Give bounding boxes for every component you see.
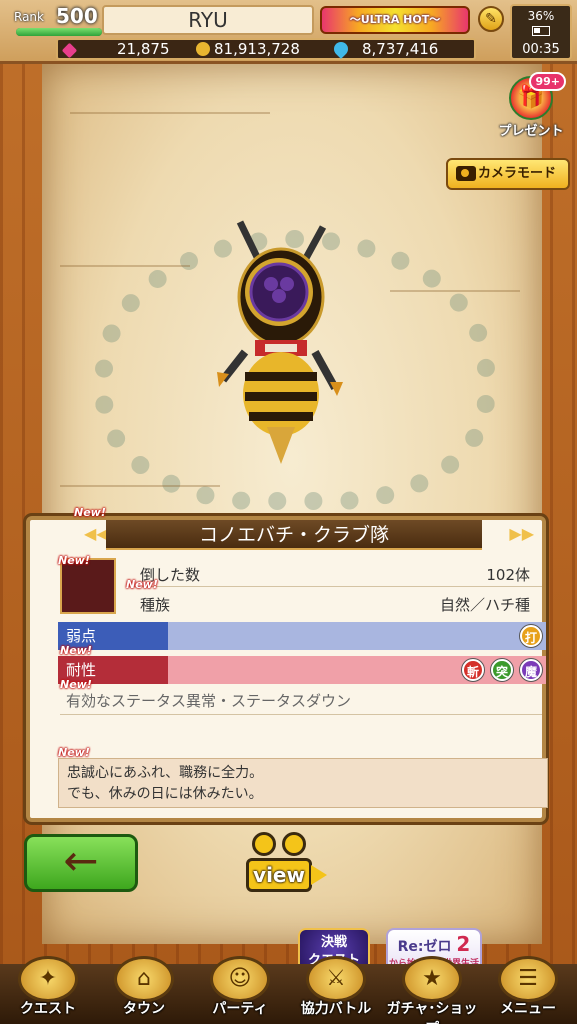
- decor-line: [60, 485, 220, 487]
- coop-battle-icon: ⚔: [306, 956, 366, 1002]
- rank-progress-fill: [16, 28, 102, 36]
- status-effects-label: 有効なステータス異常・ステータスダウン: [66, 692, 352, 710]
- water-currency: 8,737,416: [331, 39, 438, 59]
- new-tag: New!: [126, 578, 158, 591]
- rank-label: Rank: [14, 10, 44, 24]
- resistance-bar: 耐性 斬 突 魔: [58, 656, 546, 684]
- magic-element-icon: 魔: [520, 659, 542, 681]
- nav-label: ガチャ･ショップ: [386, 1001, 478, 1024]
- edit-pencil-icon[interactable]: ✎: [478, 6, 504, 32]
- back-arrow-icon: ←: [63, 836, 99, 885]
- prev-arrow-icon[interactable]: ◀◀: [84, 524, 109, 543]
- nav-gacha-shop[interactable]: ★ ガチャ･ショップ: [384, 956, 480, 1024]
- currency-row: 21,875 81,913,728 8,737,416: [56, 38, 476, 60]
- bottom-navigation: ✦ クエスト ⌂ タウン ☺ パーティ ⚔ 協力バトル ★ ガチャ･ショップ ☰…: [0, 956, 577, 1024]
- battery-percent: 36%: [527, 9, 555, 23]
- nav-coop-battle[interactable]: ⚔ 協力バトル: [288, 956, 384, 1024]
- present-button[interactable]: 🎁 99+ プレゼント: [496, 72, 566, 152]
- promo2-number: 2: [456, 932, 471, 956]
- new-tag: New!: [74, 506, 106, 519]
- nav-town[interactable]: ⌂ タウン: [96, 956, 192, 1024]
- gold-coin-icon: [196, 42, 210, 56]
- quest-icon: ✦: [18, 956, 78, 1002]
- status-bar: Rank 500 RYU 〜ULTRA HOT〜 ✎ 36% 00:35 21,…: [0, 0, 577, 64]
- gem-icon: [61, 42, 78, 59]
- player-name[interactable]: RYU: [102, 5, 314, 35]
- divider: [60, 714, 542, 715]
- nav-label: 協力バトル: [300, 1001, 372, 1017]
- back-button[interactable]: ←: [24, 834, 138, 892]
- camera-mode-label: カメラモード: [478, 166, 557, 181]
- nav-label: パーティ: [212, 1001, 268, 1017]
- nav-quest[interactable]: ✦ クエスト: [0, 956, 96, 1024]
- nav-label: タウン: [123, 1001, 165, 1017]
- promo2-title: Re:ゼロ: [397, 939, 452, 955]
- present-label: プレゼント: [498, 124, 564, 139]
- species-value: 自然／ハチ種: [439, 596, 530, 614]
- promo1-line1: 決戦: [320, 935, 347, 950]
- nav-menu[interactable]: ☰ メニュー: [480, 956, 576, 1024]
- present-count-badge: 99+: [529, 72, 566, 91]
- divider: [126, 586, 542, 587]
- clock-time: 00:35: [522, 42, 560, 57]
- camera-reels-icon: [252, 832, 332, 856]
- nav-label: クエスト: [20, 1001, 76, 1017]
- defeated-value: 102体: [486, 566, 530, 584]
- rank-display: Rank 500: [8, 4, 102, 36]
- description-line: 忠誠心にあふれ、職務に全力。: [67, 765, 264, 781]
- party-icon: ☺: [210, 956, 270, 1002]
- new-tag: New!: [58, 554, 90, 567]
- pierce-element-icon: 突: [491, 659, 513, 681]
- menu-icon: ☰: [498, 956, 558, 1002]
- species-label: 種族: [140, 596, 171, 614]
- camera-mode-button[interactable]: カメラモード: [446, 158, 570, 190]
- nav-party[interactable]: ☺ パーティ: [192, 956, 288, 1024]
- decor-line: [70, 112, 270, 114]
- view-label: view: [246, 858, 327, 892]
- view-button[interactable]: view: [246, 832, 332, 902]
- gacha-shop-icon: ★: [402, 956, 462, 1002]
- weakness-bar: 弱点 打: [58, 622, 546, 650]
- monster-model[interactable]: [205, 212, 355, 472]
- decor-line: [390, 290, 520, 292]
- description-line: でも、休みの日には休みたい。: [67, 786, 263, 802]
- blunt-element-icon: 打: [520, 625, 542, 647]
- rank-value: 500: [56, 4, 98, 28]
- town-icon: ⌂: [114, 956, 174, 1002]
- gold-currency: 81,913,728: [196, 40, 300, 58]
- slash-element-icon: 斬: [462, 659, 484, 681]
- gem-currency: 21,875: [61, 40, 170, 59]
- camera-icon: [456, 166, 476, 181]
- title-banner[interactable]: 〜ULTRA HOT〜: [320, 6, 470, 34]
- water-drop-icon: [331, 39, 351, 59]
- nav-label: メニュー: [500, 1001, 556, 1017]
- next-arrow-icon[interactable]: ▶▶: [509, 524, 534, 543]
- battery-icon: [532, 26, 550, 36]
- rank-progress-bar: [16, 28, 102, 36]
- monster-info-panel: New! ◀◀ コノエバチ・クラブ隊 ▶▶ New! 倒した数 102体 New…: [26, 506, 548, 822]
- decor-line: [60, 265, 190, 267]
- monster-name: コノエバチ・クラブ隊: [106, 520, 482, 550]
- device-status: 36% 00:35: [510, 4, 572, 60]
- monster-description: 忠誠心にあふれ、職務に全力。 でも、休みの日には休みたい。: [58, 758, 548, 808]
